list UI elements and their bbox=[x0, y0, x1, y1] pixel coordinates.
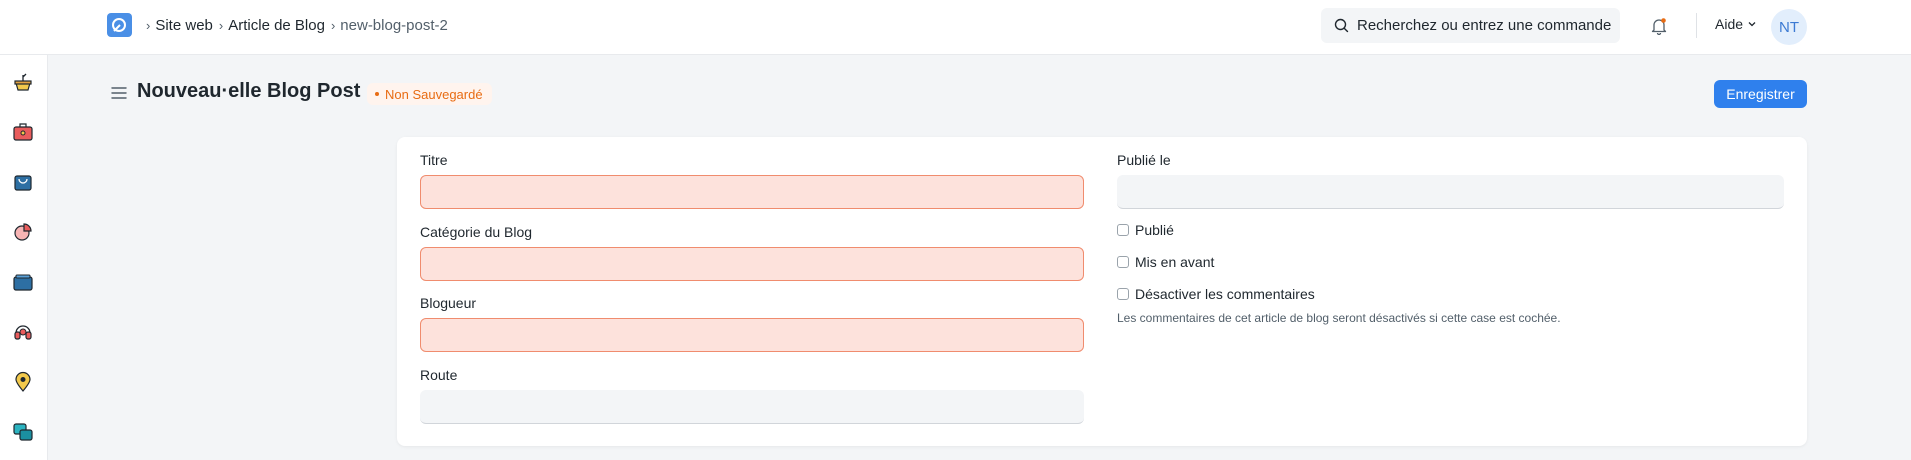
search-bar[interactable]: Recherchez ou entrez une commande bbox=[1321, 8, 1620, 43]
breadcrumb-item-current: new-blog-post-2 bbox=[340, 16, 448, 34]
breadcrumb-item-site-web[interactable]: Site web bbox=[155, 17, 213, 34]
route-label: Route bbox=[420, 367, 458, 383]
help-dropdown[interactable]: Aide bbox=[1715, 16, 1757, 32]
published-checkbox-row[interactable]: Publié bbox=[1117, 222, 1174, 238]
route-field[interactable] bbox=[420, 390, 1084, 424]
chevron-right-icon: › bbox=[330, 17, 336, 33]
bell-icon[interactable] bbox=[1651, 17, 1667, 35]
published-on-field[interactable] bbox=[1117, 175, 1784, 209]
disable-comments-checkbox-row[interactable]: Désactiver les commentaires bbox=[1117, 286, 1315, 302]
blogger-label: Blogueur bbox=[420, 295, 477, 311]
chat-icon[interactable] bbox=[12, 421, 34, 443]
help-label: Aide bbox=[1715, 16, 1744, 32]
hamburger-icon[interactable] bbox=[111, 86, 127, 100]
app-logo-icon[interactable] bbox=[107, 13, 132, 37]
blogger-field[interactable] bbox=[420, 318, 1084, 352]
status-dot bbox=[375, 92, 379, 96]
sidebar bbox=[0, 55, 48, 460]
search-input[interactable]: Recherchez ou entrez une commande bbox=[1357, 17, 1611, 34]
navbar: › Site web › Article de Blog › new-blog-… bbox=[0, 0, 1911, 55]
avatar[interactable]: NT bbox=[1771, 9, 1807, 45]
status-label: Non Sauvegardé bbox=[385, 86, 483, 102]
form-card: Titre Catégorie du Blog Blogueur Route P… bbox=[397, 137, 1807, 446]
featured-checkbox-label: Mis en avant bbox=[1135, 254, 1215, 270]
published-checkbox-label: Publié bbox=[1135, 222, 1174, 238]
disable-comments-checkbox-label: Désactiver les commentaires bbox=[1135, 286, 1315, 302]
chevron-down-icon bbox=[1748, 22, 1756, 27]
folder-icon[interactable] bbox=[12, 271, 34, 293]
page-title: Nouveau·elle Blog Post bbox=[137, 80, 361, 102]
chevron-right-icon: › bbox=[146, 17, 151, 33]
save-button[interactable]: Enregistrer bbox=[1714, 80, 1807, 108]
title-field[interactable] bbox=[420, 175, 1084, 209]
headset-icon[interactable] bbox=[12, 321, 34, 343]
disable-comments-help-text: Les commentaires de cet article de blog … bbox=[1117, 311, 1561, 325]
search-icon bbox=[1334, 18, 1349, 33]
published-checkbox[interactable] bbox=[1117, 224, 1129, 236]
briefcase-icon[interactable] bbox=[12, 121, 34, 143]
chevron-right-icon: › bbox=[218, 17, 224, 33]
pie-chart-icon[interactable] bbox=[12, 221, 34, 243]
disable-comments-checkbox[interactable] bbox=[1117, 288, 1129, 300]
published-on-label: Publié le bbox=[1117, 152, 1171, 168]
featured-checkbox[interactable] bbox=[1117, 256, 1129, 268]
breadcrumb-item-article-de-blog[interactable]: Article de Blog bbox=[228, 17, 325, 34]
blog-category-label: Catégorie du Blog bbox=[420, 224, 533, 240]
shopping-bag-icon[interactable] bbox=[12, 171, 34, 193]
location-pin-icon[interactable] bbox=[12, 371, 34, 393]
pot-icon[interactable] bbox=[12, 71, 34, 93]
status-badge: Non Sauvegardé bbox=[367, 83, 492, 105]
blog-category-field[interactable] bbox=[420, 247, 1084, 281]
title-label: Titre bbox=[420, 152, 448, 168]
navbar-divider bbox=[1696, 13, 1697, 38]
featured-checkbox-row[interactable]: Mis en avant bbox=[1117, 254, 1214, 270]
breadcrumb: › Site web › Article de Blog › new-blog-… bbox=[142, 15, 448, 35]
